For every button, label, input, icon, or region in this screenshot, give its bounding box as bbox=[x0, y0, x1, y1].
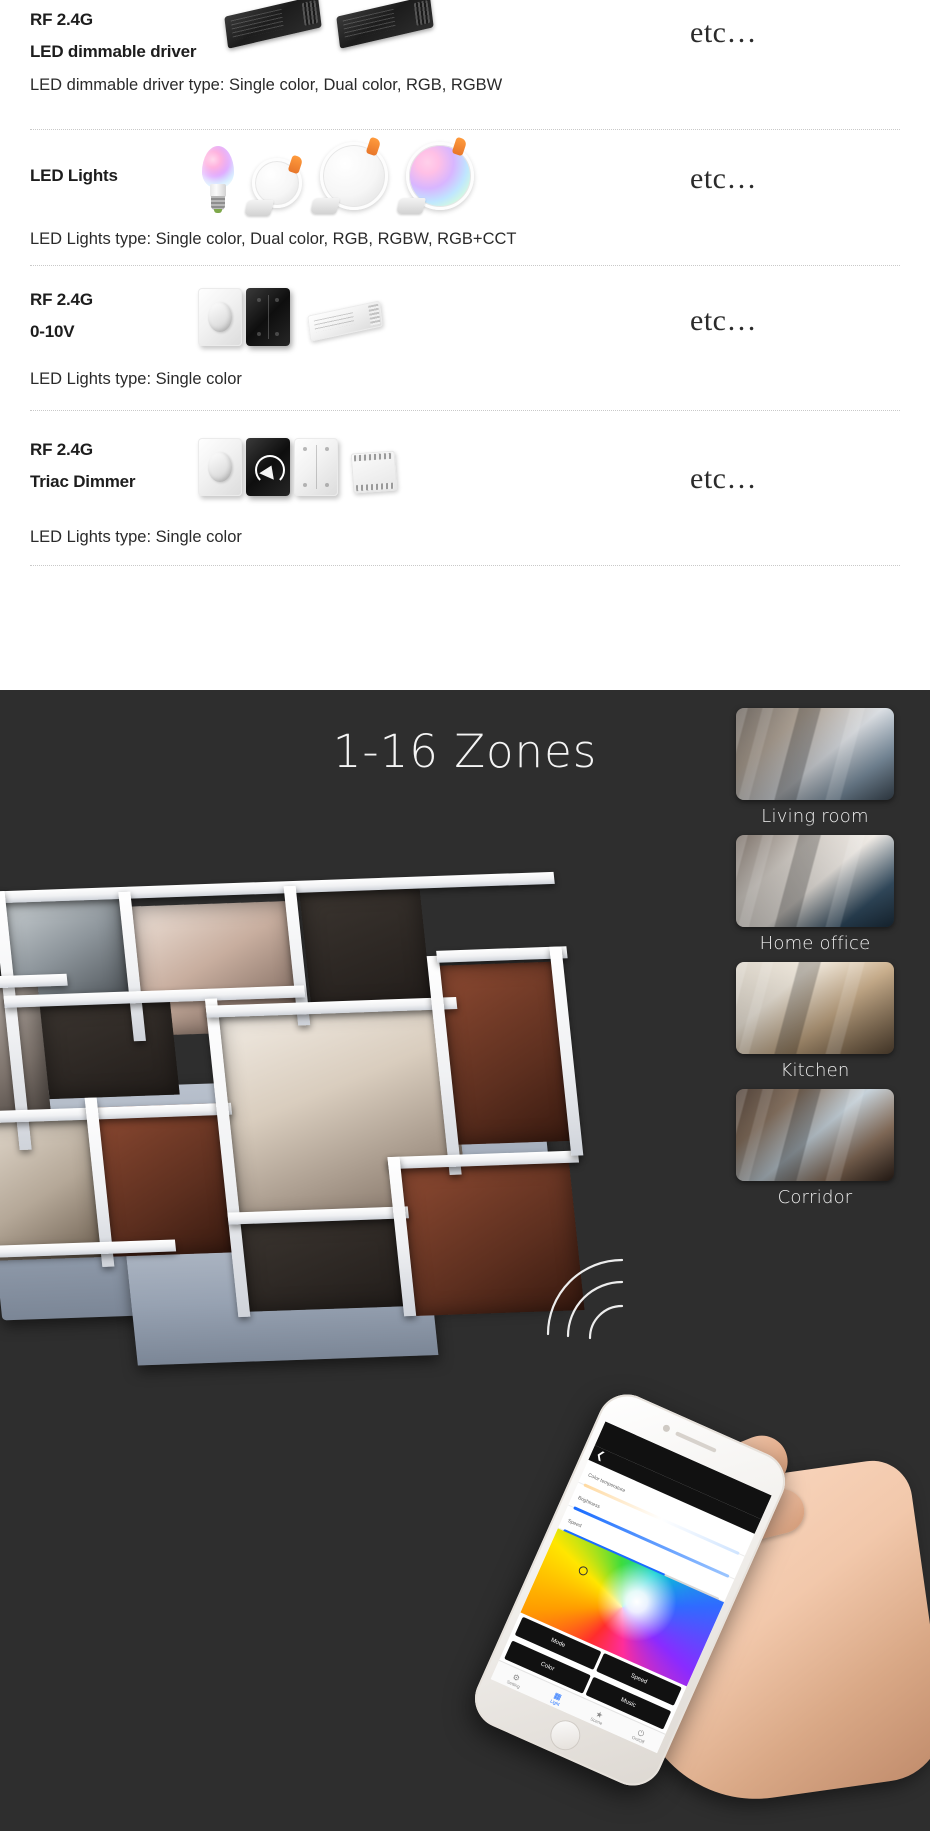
product-image-group bbox=[198, 288, 383, 346]
zone-thumbnail-image bbox=[736, 835, 894, 927]
product-image-group bbox=[198, 438, 398, 496]
product-title-line2: LED dimmable driver bbox=[30, 42, 197, 61]
product-title-line1: RF 2.4G bbox=[30, 290, 93, 309]
back-chevron-icon[interactable]: ❮ bbox=[594, 1449, 606, 1463]
zone-thumbnail-list: Living room Home office Kitchen Corridor bbox=[725, 708, 905, 1216]
rgb-bulb-image bbox=[200, 146, 236, 213]
triac-dimmer-module-image bbox=[350, 450, 398, 494]
rotary-touch-panel-image bbox=[246, 438, 290, 496]
row-divider bbox=[30, 565, 900, 567]
zone-thumbnail-image bbox=[736, 708, 894, 800]
product-etc-label: etc… bbox=[690, 304, 757, 337]
product-title-line2: Triac Dimmer bbox=[30, 472, 136, 491]
product-image-group bbox=[200, 136, 474, 216]
product-row-0-10v: RF 2.4G 0-10V etc… LED Lights type: Sing… bbox=[0, 288, 930, 405]
zone-thumbnail-label: Living room bbox=[761, 806, 869, 827]
downlight-rgb-image bbox=[396, 136, 474, 214]
row-divider bbox=[30, 410, 900, 412]
product-title-line1: LED Lights bbox=[30, 166, 118, 185]
product-title-line1: RF 2.4G bbox=[30, 440, 93, 459]
0-10v-controller-image bbox=[307, 300, 383, 342]
product-row-triac-dimmer: RF 2.4G Triac Dimmer etc… LED Lights typ… bbox=[0, 438, 930, 560]
earpiece-speaker bbox=[674, 1431, 717, 1453]
touch-panel-dimmer-image bbox=[246, 288, 290, 346]
home-button[interactable] bbox=[545, 1715, 586, 1756]
product-row-led-lights: LED Lights etc… LED Lights type: Single … bbox=[0, 136, 930, 272]
led-driver-image bbox=[224, 0, 322, 49]
zone-thumbnail-home-office[interactable]: Home office bbox=[725, 835, 905, 954]
product-image-group bbox=[224, 0, 434, 49]
color-picker-handle[interactable] bbox=[577, 1564, 590, 1577]
product-type-text: LED dimmable driver type: Single color, … bbox=[30, 76, 503, 94]
led-driver-image bbox=[336, 0, 434, 49]
smartphone-in-hand-image: ❮ Color temperature Brightness Speed Mod… bbox=[465, 1300, 930, 1830]
product-type-text: LED Lights type: Single color bbox=[30, 370, 242, 388]
zone-thumbnail-label: Home office bbox=[759, 933, 871, 954]
zone-thumbnail-living-room[interactable]: Living room bbox=[725, 708, 905, 827]
zone-thumbnail-kitchen[interactable]: Kitchen bbox=[725, 962, 905, 1081]
product-etc-label: etc… bbox=[690, 162, 757, 195]
rotary-wall-dimmer-image bbox=[198, 438, 242, 496]
product-type-text: LED Lights type: Single color, Dual colo… bbox=[30, 230, 517, 248]
zone-thumbnail-label: Kitchen bbox=[780, 1060, 850, 1081]
downlight-large-image bbox=[310, 136, 388, 214]
front-camera-icon bbox=[661, 1423, 672, 1433]
row-divider bbox=[30, 129, 900, 131]
rotary-wall-dimmer-image bbox=[198, 288, 242, 346]
product-etc-label: etc… bbox=[690, 16, 757, 49]
product-title-line1: RF 2.4G bbox=[30, 10, 93, 29]
zone-thumbnail-corridor[interactable]: Corridor bbox=[725, 1089, 905, 1208]
product-etc-label: etc… bbox=[690, 462, 757, 495]
zone-thumbnail-image bbox=[736, 962, 894, 1054]
row-divider bbox=[30, 265, 900, 267]
product-type-text: LED Lights type: Single color bbox=[30, 528, 242, 546]
page-root: RF 2.4G LED dimmable driver etc… LED dim… bbox=[0, 0, 930, 1831]
product-list-section: RF 2.4G LED dimmable driver etc… LED dim… bbox=[0, 0, 930, 690]
downlight-small-image bbox=[244, 154, 304, 216]
zone-thumbnail-label: Corridor bbox=[777, 1187, 853, 1208]
slider-label: Speed bbox=[566, 1517, 583, 1530]
product-row-led-dimmable-driver: RF 2.4G LED dimmable driver etc… LED dim… bbox=[0, 0, 930, 130]
zone-thumbnail-image bbox=[736, 1089, 894, 1181]
two-gang-switch-image bbox=[294, 438, 338, 496]
product-title-line2: 0-10V bbox=[30, 322, 75, 341]
